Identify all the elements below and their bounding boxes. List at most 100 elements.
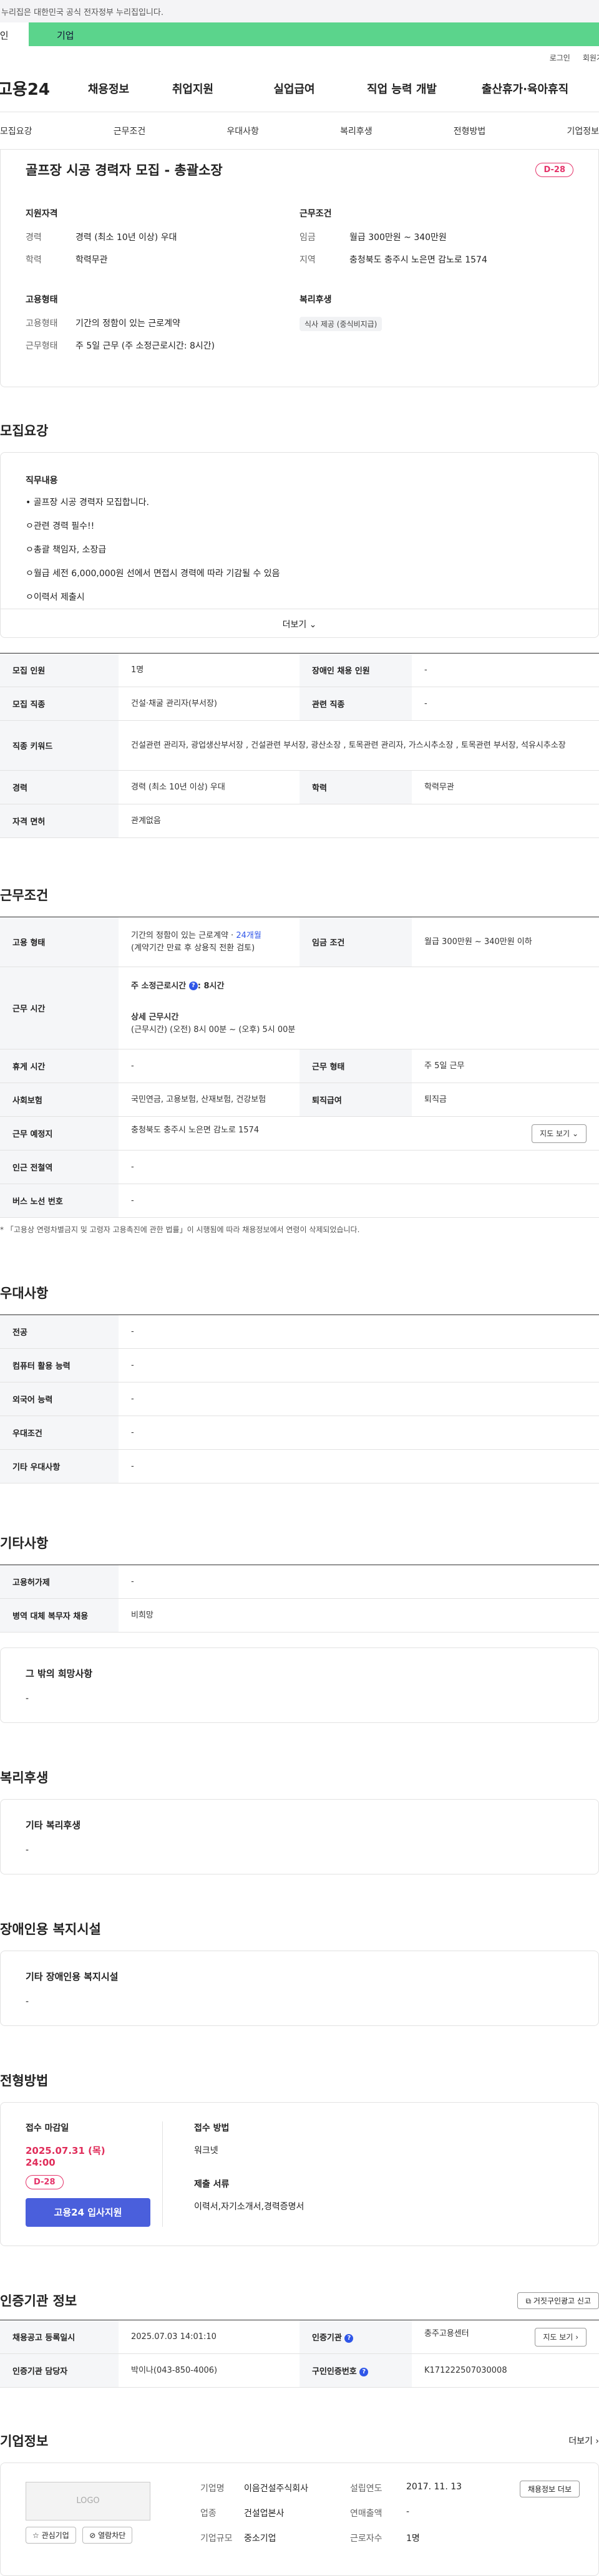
etc-table: 고용허가제 - 병역 대체 복무자 채용 비희망 — [0, 1565, 599, 1633]
welfare-chip: 식사 제공 (중식비지급) — [300, 317, 382, 331]
table-row: 모집 인원 1명 장애인 채용 인원 - — [0, 653, 599, 687]
cert-number-label: 구인인증번호 — [312, 2367, 357, 2376]
table-value: - — [119, 1184, 599, 1218]
tab-personal[interactable]: 개인 — [0, 22, 29, 46]
table-value: 박이나(043-850-4006) — [119, 2353, 300, 2388]
table-row: 인증기관 담당자 박이나(043-850-4006) 구인인증번호 ? K1712… — [0, 2353, 599, 2388]
table-row: 외국어 능력 - — [0, 1382, 599, 1416]
subnav-item-benefits[interactable]: 복리후생 — [340, 125, 373, 137]
gnb-item-vocational-training[interactable]: 직업 능력 개발 — [343, 80, 461, 97]
company-key: 근로자수 — [350, 2534, 382, 2544]
pref-section-title: 우대사항 — [0, 1286, 49, 1301]
company-value: - — [406, 2507, 410, 2517]
emp-row: 고용형태 기간의 정함이 있는 근로계약 — [26, 317, 300, 329]
table-row: 근무 예정지 충청북도 충주시 노은면 감노로 1574 지도 보기 ⌄ — [0, 1116, 599, 1151]
desc-line: ㅇ월급 세전 6,000,000원 선에서 면접시 경력에 따라 기감될 수 있… — [26, 569, 280, 579]
cert-number-key: 구인인증번호 ? — [300, 2353, 412, 2388]
company-info-grid: 기업명 이음건설주식회사 설립연도 2017. 11. 13 업종 건설업본사 연매출액 -… — [200, 2482, 475, 2557]
qual-row: 경력 경력 (최소 10년 이상) 우대 — [26, 231, 300, 243]
company-value: 중소기업 — [244, 2534, 276, 2544]
table-value: - — [119, 1382, 599, 1416]
method-value: 워크넷 — [194, 2146, 218, 2156]
tab-business[interactable]: 기업 — [29, 22, 599, 46]
user-type-tabs: 개인 기업 — [0, 22, 599, 46]
gnb-item-unemployment-benefit[interactable]: 실업급여 — [246, 80, 343, 97]
qual-key: 경력 — [26, 233, 42, 243]
block-icon: ⊘ — [89, 2531, 96, 2540]
table-row: 채용공고 등록일시 2025.07.03 14:01:10 인증기관 ? 충주고용… — [0, 2320, 599, 2354]
dday-badge: D-28 — [535, 162, 573, 177]
gov-notice-text: 이 누리집은 대한민국 공식 전자정부 누리집입니다. — [0, 8, 163, 17]
table-value: - — [119, 1449, 599, 1483]
work-section-title: 근무조건 — [0, 888, 49, 903]
etc-section-title: 기타사항 — [0, 1536, 49, 1551]
cond-row: 임금 월급 300만원 ~ 340만원 — [300, 231, 573, 243]
subnav-item-apply[interactable]: 전형방법 — [454, 125, 486, 137]
apply-button[interactable]: 고용24 입사지원 — [26, 2198, 150, 2227]
subnav-item-pref[interactable]: 우대사항 — [226, 125, 259, 137]
table-key: 모집 직종 — [0, 687, 119, 721]
star-icon: ☆ — [32, 2531, 39, 2540]
age-footnote: * 「고용상 연령차별금지 및 고령자 고용촉진에 관한 법률」이 시행됨에 따… — [0, 1225, 360, 1234]
table-value: - — [412, 653, 599, 687]
table-value: 건설·채굴 관리자(부서장) — [119, 687, 300, 721]
info-icon[interactable]: ? — [188, 982, 198, 990]
table-key: 경력 — [0, 770, 119, 804]
emp-type-cell: 기간의 정함이 있는 근로계약 · 24개월 (계약기간 만료 후 상용직 전환 … — [119, 917, 300, 967]
hours-detail-label: 상세 근무시간 — [131, 1012, 179, 1022]
table-key: 고용허가제 — [0, 1565, 119, 1599]
info-icon[interactable]: ? — [359, 2367, 369, 2376]
table-key: 채용공고 등록일시 — [0, 2320, 119, 2354]
benefits-label: 기타 복리후생 — [26, 1820, 81, 1831]
qual-key: 학력 — [26, 255, 42, 265]
place-value: 충청북도 충주시 노은면 감노로 1574 — [131, 1125, 260, 1135]
table-value: 주 5일 근무 — [412, 1049, 599, 1083]
block-view-button[interactable]: ⊘ 열람차단 — [82, 2527, 133, 2544]
false-ad-report-button[interactable]: ⧉ 거짓구인광고 신고 — [517, 2292, 599, 2309]
subnav-item-work[interactable]: 근무조건 — [114, 125, 146, 137]
favorite-company-button[interactable]: ☆ 관심기업 — [26, 2527, 76, 2544]
cond-key: 지역 — [300, 255, 316, 265]
apply-method-block: 접수 방법 워크넷 제출 서류 이력서,자기소개서,경력증명서 — [163, 2121, 304, 2227]
docs-value: 이력서,자기소개서,경력증명서 — [194, 2202, 304, 2212]
login-link[interactable]: 로그인 — [550, 52, 570, 65]
utility-bar: 로그인 회원가입 — [0, 46, 599, 65]
agency-map-button[interactable]: 지도 보기 › — [535, 2327, 587, 2347]
deadline-label: 접수 마감일 — [26, 2123, 69, 2133]
cond-heading: 근무조건 — [300, 209, 332, 219]
table-key: 컴퓨터 활용 능력 — [0, 1348, 119, 1382]
subnav-item-recruit[interactable]: 모집요강 — [0, 125, 32, 137]
emp-value: 주 5일 근무 (주 소정근로시간: 8시간) — [75, 341, 215, 351]
table-row: 버스 노선 번호 - — [0, 1184, 599, 1218]
company-value: 이음건설주식회사 — [244, 2484, 309, 2494]
table-key: 병역 대체 복무자 채용 — [0, 1598, 119, 1633]
signup-link[interactable]: 회원가입 — [583, 52, 599, 65]
site-logo[interactable]: 고용24 — [0, 77, 77, 100]
summary-qualification: 지원자격 경력 경력 (최소 10년 이상) 우대 학력 학력무관 고용형태 고용형… — [26, 207, 300, 362]
table-row: 자격 면허 관계없음 — [0, 804, 599, 838]
table-value: - — [412, 687, 599, 721]
gnb-item-employment-support[interactable]: 취업지원 — [140, 80, 246, 97]
table-row: 경력 경력 (최소 10년 이상) 우대 학력 학력무관 — [0, 770, 599, 804]
table-value: 1명 — [119, 653, 300, 687]
job-summary-card: 골프장 시공 경력자 모집 - 총괄소장 D-28 지원자격 경력 경력 (최소 … — [0, 150, 599, 387]
map-button[interactable]: 지도 보기 ⌄ — [532, 1124, 587, 1143]
benefits-value: - — [26, 1845, 29, 1855]
desc-more-button[interactable]: 더보기 ⌄ — [1, 609, 598, 637]
summary-conditions: 근무조건 임금 월급 300만원 ~ 340만원 지역 충청북도 충주시 노은면 감… — [300, 207, 573, 362]
chevron-right-icon: › — [595, 2436, 599, 2446]
info-icon[interactable]: ? — [344, 2333, 354, 2343]
emp-key: 근무형태 — [26, 341, 58, 351]
company-jobs-button[interactable]: 채용정보 더보 — [519, 2481, 580, 2497]
subnav-item-company[interactable]: 기업정보 — [567, 125, 599, 137]
table-value: 월급 300만원 ~ 340만원 이하 — [412, 917, 599, 967]
chevron-down-icon: ⌄ — [309, 620, 317, 630]
table-key: 직종 키워드 — [0, 720, 119, 771]
gnb-item-parental-leave[interactable]: 출산휴가·육아휴직 — [461, 80, 589, 97]
map-button-label: 지도 보기 — [540, 1129, 570, 1138]
table-key: 기타 우대사항 — [0, 1449, 119, 1483]
gnb-item-jobs[interactable]: 채용정보 — [77, 80, 140, 97]
emp-type-text: 기간의 정함이 있는 근로계약 · — [131, 930, 236, 940]
table-key: 근무 형태 — [300, 1049, 412, 1083]
company-more-link[interactable]: 더보기 › — [568, 2434, 599, 2447]
